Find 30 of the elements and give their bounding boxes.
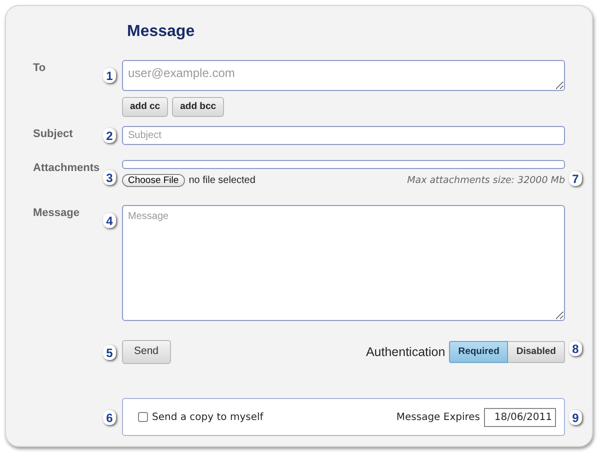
choose-file-button[interactable]: Choose File <box>122 174 185 188</box>
file-status: no file selected <box>188 174 256 188</box>
expiry-date-field[interactable]: 18/06/2011 <box>484 408 556 426</box>
field-label: To <box>33 62 46 74</box>
expiry-label: Message Expires <box>396 410 480 424</box>
step-number-badge: 7 <box>569 171 582 186</box>
copy-checkbox-label: Send a copy to myself <box>152 410 264 424</box>
authentication-option[interactable]: Required <box>449 341 508 364</box>
authentication-label: Authentication <box>366 344 446 361</box>
step-number-badge: 6 <box>103 410 116 425</box>
add-recipient-button[interactable]: add bcc <box>172 97 224 118</box>
field-label: Subject <box>33 128 73 140</box>
step-number-badge: 1 <box>103 68 116 83</box>
add-recipient-button[interactable]: add cc <box>122 97 168 118</box>
subject-field[interactable]: Subject <box>122 126 565 146</box>
message-field[interactable]: Message <box>122 205 565 322</box>
copy-checkbox[interactable] <box>138 412 148 422</box>
step-number-badge: 8 <box>569 341 582 356</box>
step-number-badge: 4 <box>103 213 116 228</box>
step-number-badge: 5 <box>103 345 116 360</box>
send-button[interactable]: Send <box>122 340 171 364</box>
authentication-option[interactable]: Disabled <box>508 341 565 364</box>
step-number-badge: 3 <box>103 170 116 186</box>
field-label: Message <box>33 207 80 220</box>
form-title: Message <box>127 22 196 42</box>
recipient-field[interactable]: user@example.com <box>122 60 565 91</box>
attachment-size-limit: Max attachments size: 32000 Mb <box>407 174 565 188</box>
step-number-badge: 9 <box>569 410 582 425</box>
field-label: Attachments <box>33 162 100 174</box>
step-number-badge: 2 <box>103 128 116 144</box>
